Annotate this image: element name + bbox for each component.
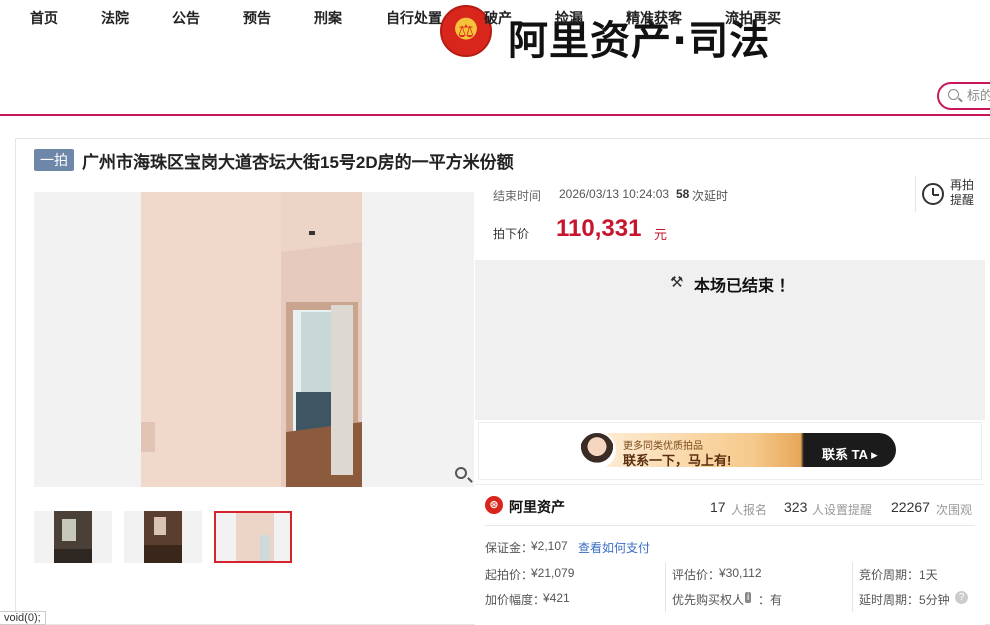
column-divider: [665, 562, 666, 612]
deposit-label: 保证金：: [485, 541, 534, 555]
signup-count: 17: [710, 499, 726, 515]
increment-value: ¥421: [543, 591, 570, 605]
thumbnail-3[interactable]: [214, 511, 292, 563]
reminder-count: 323: [784, 499, 808, 515]
cycle-label: 竞价周期：: [859, 568, 920, 582]
eval-price-value: ¥30,112: [719, 566, 762, 580]
gavel-icon: ⚒: [670, 274, 684, 291]
reminder-label: 人设置提醒: [812, 503, 873, 517]
final-price: 110,331: [556, 215, 642, 242]
round-badge: 一拍: [34, 149, 74, 171]
browser-status-bar: void(0);: [0, 611, 46, 625]
view-count: 22267: [891, 499, 930, 515]
nav-bankruptcy[interactable]: 破产: [484, 8, 512, 28]
brand-name: 阿里资产: [509, 499, 565, 515]
remind-label[interactable]: 再拍提醒: [950, 178, 980, 208]
nav-failed-rebuy[interactable]: 流拍再买: [725, 8, 781, 28]
auction-summary: [475, 176, 985, 260]
price-unit: 元: [654, 227, 668, 242]
listing-title: 广州市海珠区宝岗大道杏坛大街15号2D房的一平方米份额: [82, 153, 514, 172]
priority-value: ：有: [758, 593, 783, 607]
nav-precise-leads[interactable]: 精准获客: [626, 8, 682, 28]
nav-announcement[interactable]: 公告: [172, 8, 200, 28]
cycle-value: 1天: [919, 568, 938, 582]
priority-label: 优先购买权人: [672, 593, 745, 607]
signup-label: 人报名: [731, 503, 768, 517]
main-nav: [0, 78, 990, 116]
search-input[interactable]: 标的: [937, 82, 990, 110]
eval-price-label: 评估价：: [672, 568, 721, 582]
agent-avatar: [578, 431, 616, 469]
alarm-clock-icon: [922, 183, 944, 205]
view-label: 次围观: [936, 503, 973, 517]
delay-suffix: 次延时: [692, 189, 729, 203]
end-time-value: 2026/03/13 10:24:03: [559, 187, 670, 201]
delay-cycle-label: 延时周期：: [859, 593, 920, 607]
nav-home[interactable]: 首页: [30, 8, 58, 28]
info-icon[interactable]: i: [745, 592, 752, 603]
thumbnail-1[interactable]: [34, 511, 112, 563]
deposit-value: ¥2,107: [531, 539, 568, 553]
increment-label: 加价幅度：: [485, 593, 546, 607]
start-price-value: ¥21,079: [531, 566, 575, 580]
nav-criminal[interactable]: 刑案: [314, 8, 342, 28]
main-photo[interactable]: [141, 192, 362, 487]
nav-bargain[interactable]: 捡漏: [555, 8, 583, 28]
nav-preview[interactable]: 预告: [243, 8, 271, 28]
delay-cycle-value: 5分钟: [919, 593, 950, 607]
end-time-label: 结束时间: [493, 189, 542, 203]
banner-title: 联系一下，马上有!: [623, 453, 732, 468]
zoom-icon[interactable]: [455, 467, 467, 479]
delay-count: 58: [676, 187, 690, 201]
ali-assets-icon: ⊛: [485, 496, 503, 514]
help-icon[interactable]: ?: [955, 591, 968, 604]
thumbnail-2[interactable]: [124, 511, 202, 563]
auction-ended-text: 本场已结束 ！: [694, 278, 795, 295]
price-label: 拍下价: [493, 227, 530, 241]
column-divider: [852, 562, 853, 612]
start-price-label: 起拍价：: [485, 568, 534, 582]
divider: [485, 525, 975, 526]
payment-help-link[interactable]: 查看如何支付: [578, 539, 650, 556]
search-icon: [948, 89, 959, 100]
nav-court[interactable]: 法院: [101, 8, 129, 28]
nav-self-disposal[interactable]: 自行处置: [386, 8, 442, 28]
contact-button[interactable]: 联系 TA ▸: [822, 444, 878, 463]
